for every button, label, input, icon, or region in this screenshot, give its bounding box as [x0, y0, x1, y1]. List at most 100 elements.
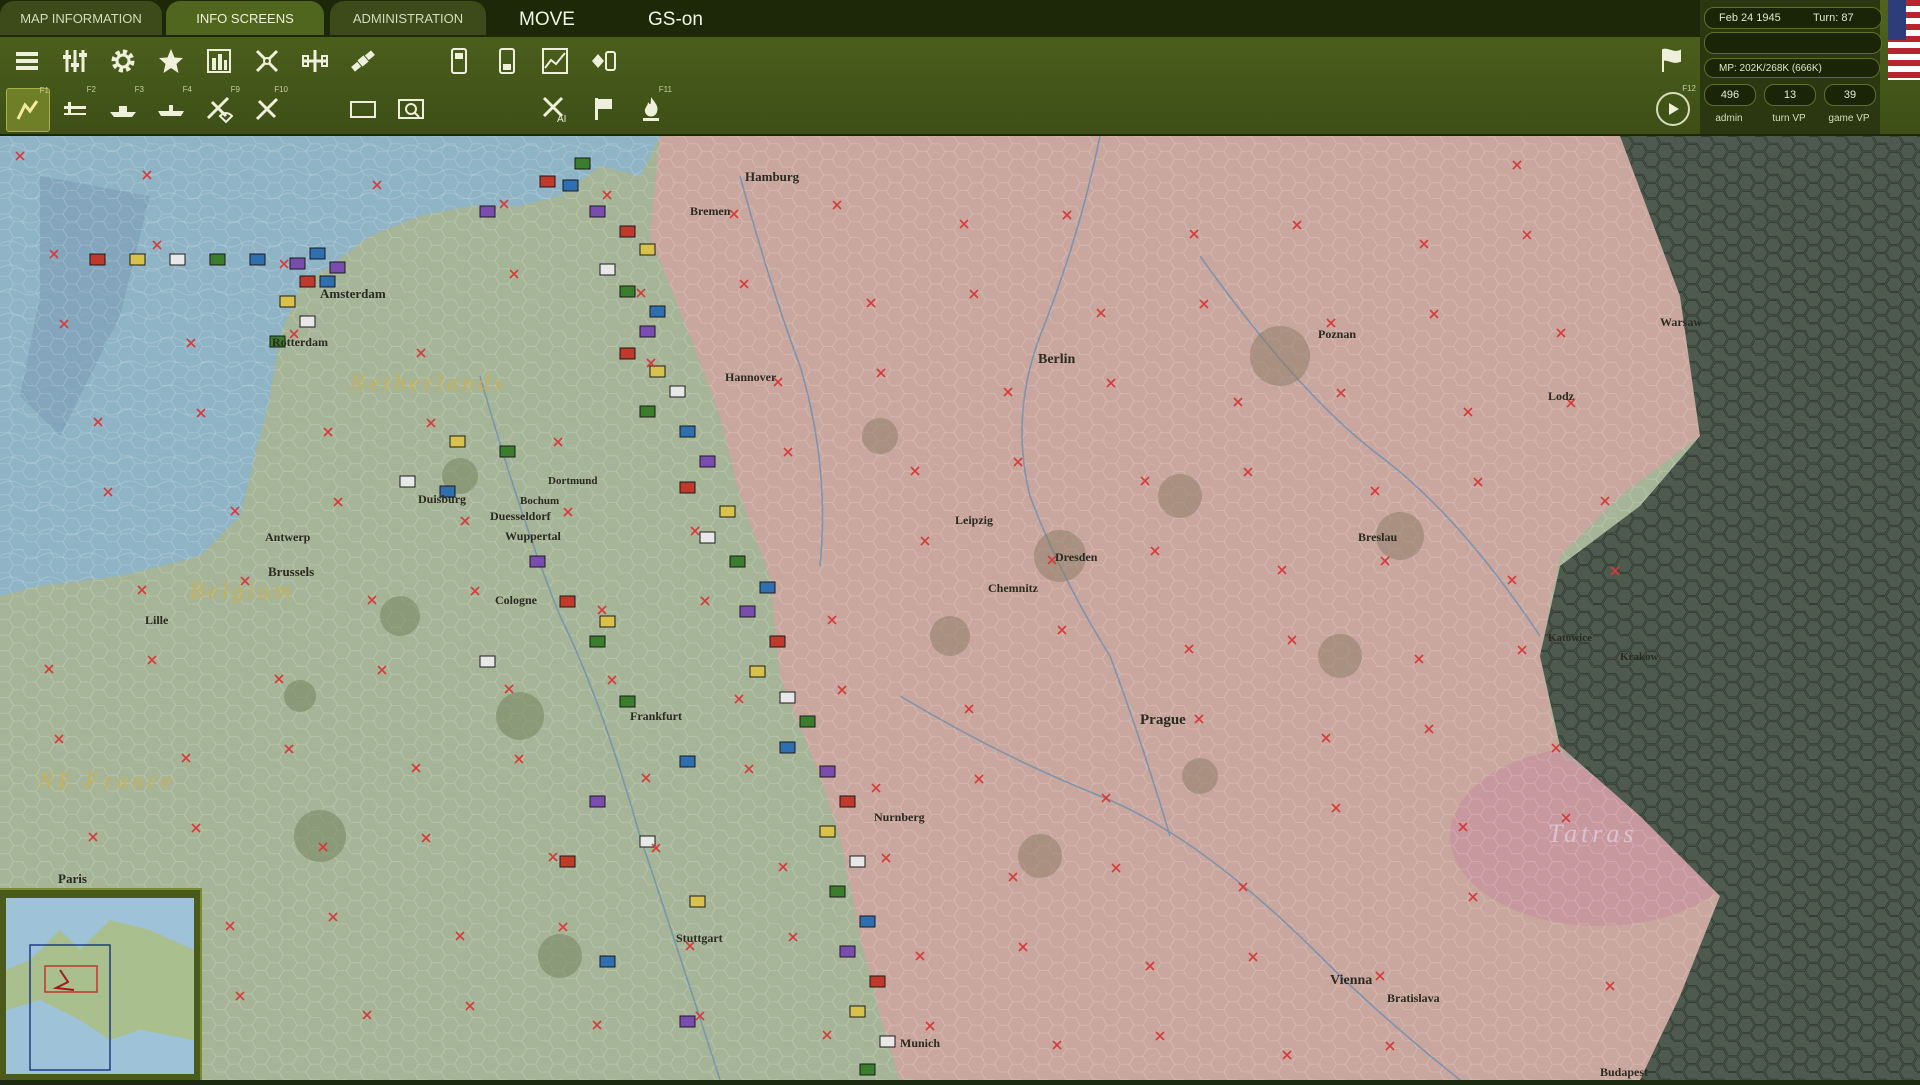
unit-counter[interactable]	[619, 347, 636, 360]
game-map[interactable]: Hamburg Bremen Amsterdam Rotterdam Hanno…	[0, 136, 1920, 1080]
unit-counter[interactable]	[559, 855, 576, 868]
unit-counter[interactable]	[169, 253, 186, 266]
unit-counter[interactable]	[249, 253, 266, 266]
unit-counter[interactable]	[599, 615, 616, 628]
unit-counter[interactable]	[719, 505, 736, 518]
paradrop-button[interactable]: F9	[198, 85, 240, 130]
diamond-card-button[interactable]	[582, 40, 624, 82]
unit-counter[interactable]	[289, 257, 306, 270]
unit-counter[interactable]	[859, 1063, 876, 1076]
naval-mode-button[interactable]: F3	[102, 85, 144, 130]
unit-counter[interactable]	[739, 605, 756, 618]
unit-counter[interactable]	[839, 945, 856, 958]
unit-counter[interactable]	[689, 895, 706, 908]
unit-counter[interactable]	[879, 1035, 896, 1048]
city-button[interactable]	[198, 40, 240, 82]
unit-counter[interactable]	[639, 405, 656, 418]
air-strike-button[interactable]	[246, 40, 288, 82]
unit-counter[interactable]	[619, 695, 636, 708]
unit-counter[interactable]	[599, 263, 616, 276]
unit-counter[interactable]	[559, 595, 576, 608]
unit-counter[interactable]	[869, 975, 886, 988]
unit-counter[interactable]	[619, 225, 636, 238]
unit-counter[interactable]	[669, 385, 686, 398]
unit-counter[interactable]	[649, 365, 666, 378]
tab-info-screens[interactable]: INFO SCREENS	[166, 1, 324, 35]
unit-counter[interactable]	[539, 175, 556, 188]
unit-counter[interactable]	[589, 635, 606, 648]
unit-counter[interactable]	[819, 825, 836, 838]
unit-counter[interactable]	[699, 455, 716, 468]
unit-counter[interactable]	[209, 253, 226, 266]
chart-button[interactable]	[534, 40, 576, 82]
unit-counter[interactable]	[129, 253, 146, 266]
unit-counter[interactable]	[859, 915, 876, 928]
unit-counter[interactable]	[299, 275, 316, 288]
unit-counter[interactable]	[829, 885, 846, 898]
unit-counter[interactable]	[89, 253, 106, 266]
ship-mode-button[interactable]: F4	[150, 85, 192, 130]
surrender-button[interactable]	[1650, 40, 1692, 82]
unit-counter[interactable]	[529, 555, 546, 568]
tab-map-information[interactable]: MAP INFORMATION	[0, 1, 162, 35]
unit-counter[interactable]	[479, 655, 496, 668]
ai-strike-button[interactable]: AI	[534, 88, 576, 130]
unit-counter[interactable]	[589, 205, 606, 218]
unit-counter[interactable]	[699, 531, 716, 544]
unit-counter[interactable]	[679, 425, 696, 438]
unit-counter[interactable]	[619, 285, 636, 298]
unit-mode-button[interactable]: F1	[6, 86, 50, 132]
sliders-button[interactable]	[54, 40, 96, 82]
fire-button[interactable]: F11	[630, 85, 672, 130]
unit-counter[interactable]	[639, 325, 656, 338]
unit-counter[interactable]	[759, 581, 776, 594]
unit-counter[interactable]	[309, 247, 326, 260]
move-mode-button[interactable]: MOVE	[519, 0, 575, 37]
unit-counter[interactable]	[849, 1005, 866, 1018]
unit-counter[interactable]	[499, 445, 516, 458]
unit-counter[interactable]	[819, 765, 836, 778]
gs-toggle-button[interactable]: GS-on	[648, 0, 703, 37]
minimap[interactable]	[0, 888, 202, 1080]
unit-counter[interactable]	[562, 179, 579, 192]
unit-counter[interactable]	[449, 435, 466, 448]
recon-button[interactable]	[342, 40, 384, 82]
unit-counter[interactable]	[589, 795, 606, 808]
unit-counter[interactable]	[839, 795, 856, 808]
unit-counter[interactable]	[779, 741, 796, 754]
hq-stack-button[interactable]	[6, 40, 48, 82]
unit-counter[interactable]	[849, 855, 866, 868]
tab-administration[interactable]: ADMINISTRATION	[330, 1, 486, 35]
unit-counter[interactable]	[479, 205, 496, 218]
unit-counter[interactable]	[599, 955, 616, 968]
unit-counter[interactable]	[749, 665, 766, 678]
unit-counter[interactable]	[769, 635, 786, 648]
unit-counter[interactable]	[799, 715, 816, 728]
unit-counter[interactable]	[574, 157, 591, 170]
card-1-button[interactable]	[438, 40, 480, 82]
unit-counter[interactable]	[729, 555, 746, 568]
unit-counter[interactable]	[779, 691, 796, 704]
air-mode-button[interactable]: F2	[54, 85, 96, 130]
unit-counter[interactable]	[679, 755, 696, 768]
unit-counter[interactable]	[639, 243, 656, 256]
unit-counter[interactable]	[649, 305, 666, 318]
settings-button[interactable]	[102, 40, 144, 82]
end-turn-button[interactable]: F12	[1656, 84, 1696, 126]
unit-counter[interactable]	[279, 295, 296, 308]
hex-outline-button[interactable]	[342, 88, 384, 130]
unit-counter[interactable]	[399, 475, 416, 488]
fkey-f2: F2	[86, 85, 96, 94]
unit-counter[interactable]	[299, 315, 316, 328]
unit-counter[interactable]	[679, 1015, 696, 1028]
flag-button[interactable]	[582, 88, 624, 130]
supply-button[interactable]	[294, 40, 336, 82]
map-canvas[interactable]: Hamburg Bremen Amsterdam Rotterdam Hanno…	[0, 136, 1920, 1080]
unit-counter[interactable]	[329, 261, 346, 274]
zoom-box-button[interactable]	[390, 88, 432, 130]
minimap-canvas[interactable]	[0, 890, 198, 1080]
card-2-button[interactable]	[486, 40, 528, 82]
victory-button[interactable]	[150, 40, 192, 82]
hammer-button[interactable]: F10	[246, 85, 288, 130]
unit-counter[interactable]	[679, 481, 696, 494]
